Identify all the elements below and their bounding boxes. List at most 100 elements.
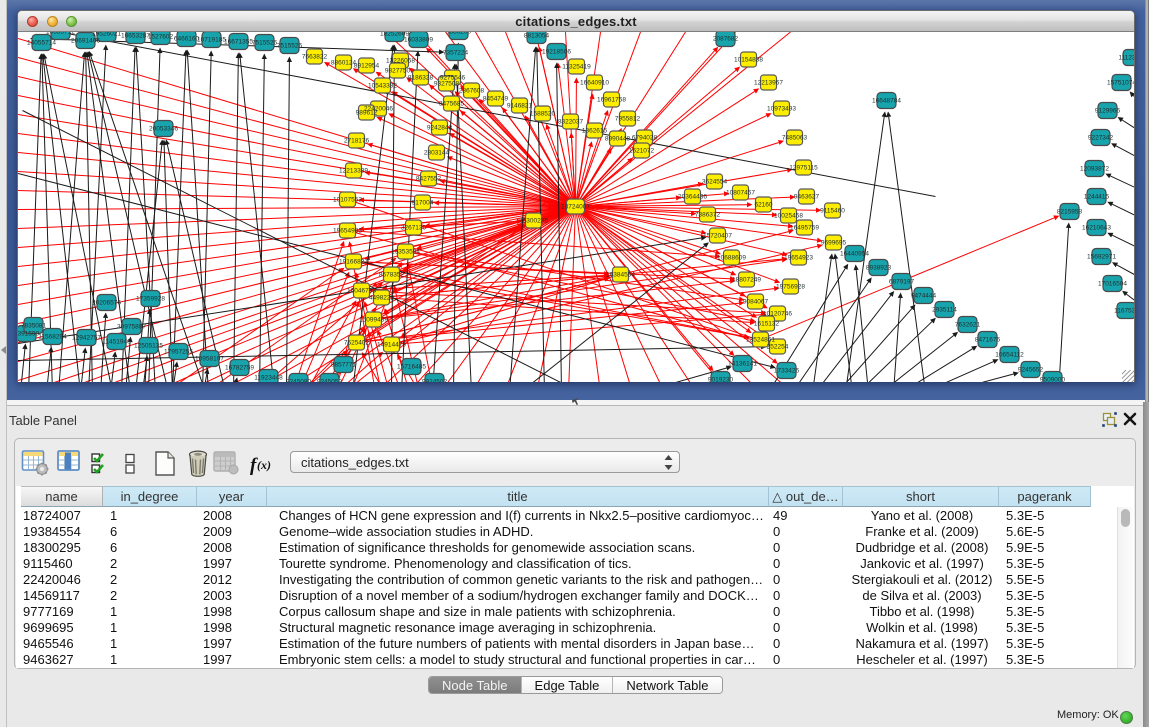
svg-text:15692971: 15692971 — [1087, 254, 1116, 261]
svg-text:7357224: 7357224 — [443, 50, 469, 57]
svg-text:11123045: 11123045 — [1119, 55, 1134, 62]
svg-text:19654983: 19654983 — [333, 228, 362, 235]
svg-text:12213967: 12213967 — [754, 80, 783, 87]
svg-text:12942757: 12942757 — [72, 335, 101, 342]
svg-text:13524861: 13524861 — [746, 337, 775, 344]
svg-text:2803144: 2803144 — [424, 150, 450, 157]
svg-text:17016504: 17016504 — [1098, 281, 1127, 288]
svg-text:19756928: 19756928 — [776, 284, 805, 291]
svg-text:7485063: 7485063 — [782, 135, 808, 142]
svg-text:12213389: 12213389 — [339, 168, 368, 175]
svg-text:3475685: 3475685 — [439, 101, 465, 108]
svg-text:8938923: 8938923 — [866, 265, 892, 272]
svg-text:16782759: 16782759 — [225, 365, 254, 372]
svg-text:30975887: 30975887 — [117, 324, 146, 331]
svg-text:9242848: 9242848 — [427, 125, 453, 132]
svg-text:9146821: 9146821 — [507, 103, 533, 110]
svg-text:7391590: 7391590 — [18, 331, 40, 338]
svg-text:9463627: 9463627 — [794, 194, 820, 201]
svg-text:10973493: 10973493 — [767, 106, 796, 113]
svg-text:10807457: 10807457 — [726, 190, 755, 197]
svg-text:14055714: 14055714 — [27, 40, 56, 47]
svg-text:2718176: 2718176 — [344, 138, 370, 145]
svg-text:9245080: 9245080 — [286, 379, 312, 382]
svg-text:20691406: 20691406 — [71, 38, 100, 45]
svg-text:7515526: 7515526 — [252, 40, 278, 47]
svg-text:11325419: 11325419 — [562, 64, 591, 71]
svg-text:1621072: 1621072 — [629, 148, 655, 155]
svg-text:9019230: 9019230 — [708, 377, 734, 382]
svg-text:1527602: 1527602 — [148, 34, 174, 41]
svg-text:9084067: 9084067 — [743, 299, 769, 306]
svg-text:9857771: 9857771 — [331, 362, 357, 369]
svg-text:25300235: 25300235 — [519, 218, 548, 225]
svg-text:3624554: 3624554 — [702, 179, 728, 186]
svg-text:16355712: 16355712 — [46, 32, 75, 36]
svg-text:10719185: 10719185 — [197, 37, 226, 44]
svg-text:9886200: 9886200 — [446, 32, 472, 36]
svg-text:9129966: 9129966 — [1095, 108, 1121, 115]
svg-text:9227342: 9227342 — [1088, 135, 1114, 142]
svg-text:10154838: 10154838 — [734, 57, 763, 64]
svg-text:20364436: 20364436 — [678, 194, 707, 201]
svg-text:8186328: 8186328 — [408, 75, 434, 82]
svg-text:7835081: 7835081 — [21, 323, 47, 330]
svg-text:7632621: 7632621 — [955, 322, 981, 329]
svg-text:6794028: 6794028 — [632, 135, 658, 142]
svg-text:10120746: 10120746 — [763, 311, 792, 318]
svg-text:6879197: 6879197 — [889, 279, 915, 286]
svg-text:6466160: 6466160 — [174, 36, 200, 43]
svg-text:9509000: 9509000 — [1040, 377, 1066, 382]
svg-text:9474444: 9474444 — [911, 293, 937, 300]
svg-text:10958107: 10958107 — [195, 356, 224, 363]
svg-text:7515526: 7515526 — [277, 43, 303, 50]
svg-text:19384554: 19384554 — [606, 272, 635, 279]
svg-text:9827750: 9827750 — [385, 68, 411, 75]
svg-text:7625402: 7625402 — [344, 340, 370, 347]
svg-text:11923448: 11923448 — [254, 375, 283, 382]
svg-text:16495759: 16495759 — [790, 225, 819, 232]
svg-text:9115460: 9115460 — [820, 208, 845, 215]
svg-text:13226058: 13226058 — [386, 58, 415, 65]
svg-text:10107553: 10107553 — [333, 197, 362, 204]
svg-text:17359928: 17359928 — [136, 296, 165, 303]
svg-text:1615132: 1615132 — [754, 321, 780, 328]
svg-text:1167533: 1167533 — [1114, 308, 1134, 315]
svg-text:8990448: 8990448 — [605, 136, 631, 143]
svg-text:19166827: 19166827 — [339, 259, 368, 266]
svg-text:9699695: 9699695 — [821, 240, 847, 247]
svg-text:16210643: 16210643 — [1082, 225, 1111, 232]
svg-text:16648784: 16648784 — [872, 98, 901, 105]
svg-text:16640910: 16640910 — [580, 80, 609, 87]
svg-text:(x): (x) — [257, 458, 271, 472]
svg-text:8860124: 8860124 — [331, 60, 357, 67]
svg-text:7386372: 7386372 — [695, 212, 721, 219]
svg-text:4498222: 4498222 — [369, 295, 395, 302]
svg-text:14914479: 14914479 — [377, 342, 406, 349]
svg-text:12975115: 12975115 — [789, 165, 818, 172]
svg-text:19353594: 19353594 — [391, 249, 420, 256]
svg-text:15716485: 15716485 — [397, 364, 426, 371]
svg-text:9327508: 9327508 — [434, 81, 460, 88]
svg-text:16671355: 16671355 — [224, 39, 253, 46]
svg-text:8912954: 8912954 — [354, 63, 380, 70]
svg-text:8454749: 8454749 — [483, 96, 509, 103]
svg-text:14136141: 14136141 — [728, 361, 757, 368]
svg-text:1588520: 1588520 — [530, 111, 556, 118]
svg-text:252254: 252254 — [767, 344, 789, 351]
svg-text:15099489: 15099489 — [359, 317, 388, 324]
svg-text:11451940: 11451940 — [102, 339, 131, 346]
svg-text:20053346: 20053346 — [149, 126, 178, 133]
svg-text:12093872: 12093872 — [1080, 166, 1109, 173]
svg-text:16961758: 16961758 — [597, 97, 626, 104]
svg-text:9245052: 9245052 — [317, 379, 343, 382]
svg-text:19654923: 19654923 — [784, 255, 813, 262]
svg-text:11568294: 11568294 — [38, 334, 67, 341]
svg-text:12505135: 12505135 — [134, 343, 163, 350]
svg-text:9245652: 9245652 — [1018, 367, 1044, 374]
svg-text:8678352: 8678352 — [379, 272, 405, 279]
svg-text:19218506: 19218506 — [542, 49, 571, 56]
svg-text:3267130: 3267130 — [401, 225, 427, 232]
svg-text:10543382: 10543382 — [368, 83, 397, 90]
svg-text:16046798: 16046798 — [347, 288, 376, 295]
